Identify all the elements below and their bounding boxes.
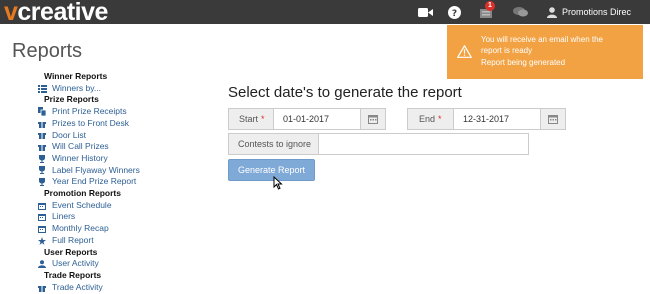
- sidebar-item-trade-activity[interactable]: Trade Activity: [38, 282, 208, 294]
- sidebar-heading-user-reports: User Reports: [44, 246, 98, 257]
- notifications-icon[interactable]: 1: [478, 1, 495, 20]
- app-logo[interactable]: vcreative: [4, 0, 108, 26]
- notification-count-badge: 1: [485, 1, 495, 11]
- gift-icon: [38, 284, 52, 292]
- sidebar-item-label: Label Flyaway Winners: [52, 164, 140, 175]
- trophy-icon: [38, 154, 52, 163]
- sidebar-item-label: Year End Prize Report: [52, 176, 137, 187]
- required-mark: *: [261, 114, 265, 124]
- sidebar-item-label: Trade Activity: [52, 281, 103, 292]
- sidebar-item-winners-by[interactable]: Winners by...: [38, 83, 208, 95]
- sidebar-item-print-prize-receipts[interactable]: Print Prize Receipts: [38, 106, 208, 118]
- sidebar-heading-prize-reports: Prize Reports: [44, 94, 99, 105]
- start-label-text: Start: [239, 114, 259, 124]
- generate-report-button[interactable]: Generate Report: [228, 159, 315, 181]
- trophy-icon: [38, 178, 52, 187]
- user-icon: [38, 260, 52, 269]
- toast-line-1: You will receive an email when the: [481, 35, 603, 44]
- sidebar-item-label: Liners: [52, 211, 76, 222]
- sidebar-item-label: Print Prize Receipts: [52, 106, 127, 117]
- sidebar-item-label: Winner History: [52, 152, 108, 163]
- sidebar-item-label: Door List: [52, 129, 87, 140]
- sidebar-item-door-list[interactable]: Door List: [38, 130, 208, 142]
- sidebar-item-monthly-recap[interactable]: Monthly Recap: [38, 223, 208, 235]
- calendar-icon: [368, 115, 378, 124]
- toast-line-3: Report being generated: [481, 58, 566, 67]
- sidebar-item-label: Prizes to Front Desk: [52, 117, 129, 128]
- sidebar-heading-promotion-reports: Promotion Reports: [44, 188, 121, 199]
- sidebar-item-label: Event Schedule: [52, 199, 112, 210]
- help-circle-icon[interactable]: ?: [448, 4, 461, 20]
- toast-line-2: report is ready: [481, 46, 533, 55]
- sidebar-item-label: User Activity: [52, 258, 99, 269]
- user-menu-label[interactable]: Promotions Direc: [562, 6, 631, 18]
- gift-icon: [38, 131, 52, 140]
- sidebar-item-label-flyaway-winners[interactable]: Label Flyaway Winners: [38, 165, 208, 177]
- form-title: Select date's to generate the report: [228, 84, 462, 101]
- sidebar-item-will-call-prizes[interactable]: Will Call Prizes: [38, 141, 208, 153]
- gift-icon: [38, 143, 52, 152]
- page-title: Reports: [12, 40, 83, 62]
- notification-toast[interactable]: You will receive an email when the repor…: [447, 25, 643, 79]
- chat-icon[interactable]: [513, 4, 528, 20]
- sidebar-heading-winner-reports: Winner Reports: [44, 71, 108, 81]
- star-icon: [38, 236, 52, 245]
- contests-to-ignore-input[interactable]: [318, 133, 529, 155]
- list-icon: [38, 84, 52, 93]
- calendar-icon: [38, 225, 52, 233]
- user-icon[interactable]: [547, 4, 557, 20]
- sidebar-item-user-activity[interactable]: User Activity: [38, 258, 208, 270]
- sidebar-item-event-schedule[interactable]: Event Schedule: [38, 200, 208, 212]
- mouse-cursor-icon: [273, 176, 283, 190]
- sidebar-item-winner-history[interactable]: Winner History: [38, 153, 208, 165]
- sidebar-item-label: Full Report: [52, 234, 94, 245]
- end-label-text: End: [419, 114, 436, 124]
- sidebar-item-label: Winners by...: [52, 82, 101, 93]
- sidebar-item-label: Will Call Prizes: [52, 141, 109, 152]
- sidebar-item-full-report[interactable]: Full Report: [38, 235, 208, 247]
- start-date-input[interactable]: 01-01-2017: [273, 108, 361, 130]
- calendar-icon: [38, 213, 52, 222]
- svg-text:?: ?: [452, 9, 457, 19]
- top-navbar: vcreative ? 1 Promotions Direc: [0, 0, 650, 26]
- sidebar-item-label: Monthly Recap: [52, 223, 109, 234]
- sidebar-heading-trade-reports: Trade Reports: [44, 269, 102, 280]
- gift-icon: [38, 120, 52, 128]
- start-date-label: Start *: [228, 108, 274, 130]
- end-calendar-button[interactable]: [540, 108, 566, 130]
- reports-sidebar: Winner Reports Winners by... Prize Repor…: [38, 71, 208, 293]
- end-date-input[interactable]: 12-31-2017: [453, 108, 541, 130]
- calendar-icon: [548, 115, 558, 124]
- contests-to-ignore-label: Contests to ignore: [228, 133, 319, 155]
- video-camera-icon[interactable]: [418, 4, 433, 20]
- copy-icon: [38, 107, 52, 117]
- sidebar-item-prizes-to-front-desk[interactable]: Prizes to Front Desk: [38, 118, 208, 130]
- calendar-icon: [38, 202, 52, 210]
- trophy-icon: [38, 166, 52, 175]
- required-mark: *: [438, 114, 442, 124]
- start-calendar-button[interactable]: [360, 108, 386, 130]
- sidebar-item-liners[interactable]: Liners: [38, 211, 208, 223]
- sidebar-item-year-end-prize-report[interactable]: Year End Prize Report: [38, 176, 208, 188]
- warning-icon: [457, 45, 472, 58]
- end-date-label: End *: [407, 108, 454, 130]
